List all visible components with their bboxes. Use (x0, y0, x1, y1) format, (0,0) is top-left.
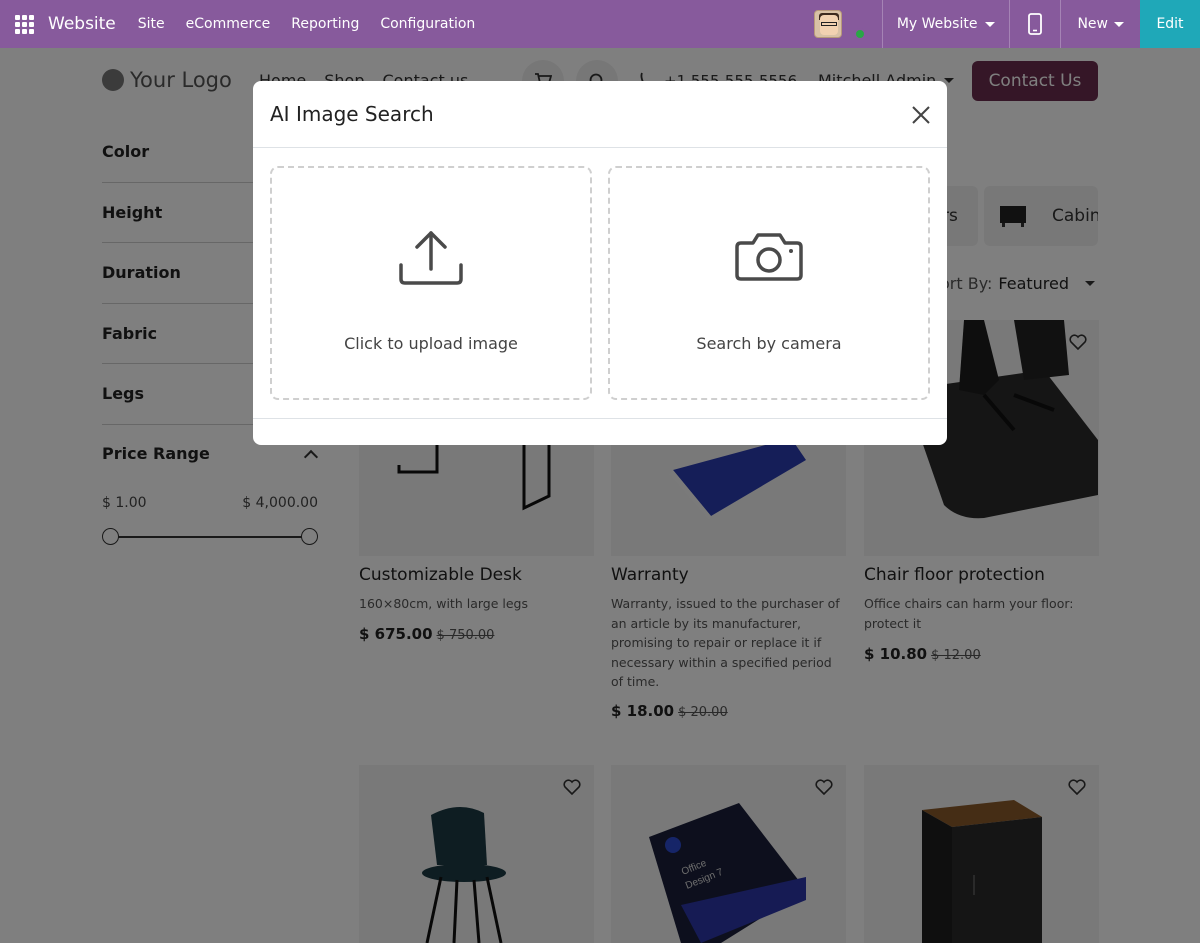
edit-button[interactable]: Edit (1140, 0, 1200, 48)
website-selector[interactable]: My Website (883, 0, 1010, 48)
user-avatar[interactable] (813, 10, 866, 40)
upload-label: Click to upload image (344, 334, 518, 353)
camera-label: Search by camera (696, 334, 842, 353)
new-button-label: New (1077, 16, 1108, 32)
close-icon[interactable] (911, 105, 931, 125)
upload-icon (399, 231, 463, 285)
upload-image-dropzone[interactable]: Click to upload image (270, 166, 592, 400)
website-selector-label: My Website (896, 16, 978, 32)
menu-reporting[interactable]: Reporting (291, 16, 359, 32)
menu-configuration[interactable]: Configuration (380, 16, 475, 32)
online-status-dot (853, 28, 866, 40)
menu-site[interactable]: Site (138, 16, 165, 32)
mobile-preview-button[interactable] (1010, 0, 1060, 48)
modal-header: AI Image Search (253, 81, 947, 148)
caret-down-icon (985, 21, 996, 27)
camera-search-dropzone[interactable]: Search by camera (608, 166, 930, 400)
new-button[interactable]: New (1061, 0, 1140, 48)
caret-down-icon (1114, 21, 1124, 27)
menu-ecommerce[interactable]: eCommerce (186, 16, 271, 32)
admin-navbar: Website Site eCommerce Reporting Configu… (0, 0, 1200, 48)
modal-body: Click to upload image Search by camera (253, 148, 947, 419)
ai-image-search-dialog: AI Image Search Click to upload image Se… (253, 81, 947, 445)
modal-title: AI Image Search (270, 102, 434, 126)
mobile-phone-icon (1028, 13, 1043, 35)
camera-icon (735, 233, 803, 281)
app-brand[interactable]: Website (48, 14, 116, 34)
apps-grid-icon[interactable] (0, 0, 48, 48)
